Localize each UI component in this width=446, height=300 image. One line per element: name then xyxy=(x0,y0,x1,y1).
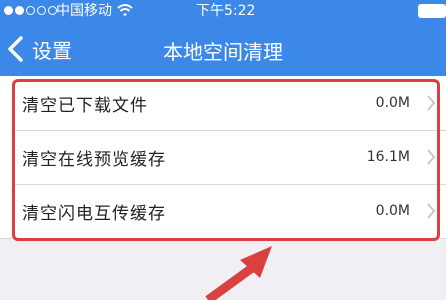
navigation-bar: 设置 本地空间清理 xyxy=(0,22,446,76)
row-label: 清空已下载文件 xyxy=(22,95,148,116)
clear-preview-cache-row[interactable]: 清空在线预览缓存 16.1M xyxy=(0,130,446,184)
status-bar: 中国移动 下午5:22 xyxy=(0,0,446,22)
clear-downloaded-files-row[interactable]: 清空已下载文件 0.0M xyxy=(0,76,446,130)
chevron-right-icon xyxy=(427,149,436,165)
chevron-right-icon xyxy=(427,203,436,219)
page-title: 本地空间清理 xyxy=(163,40,283,64)
wifi-icon xyxy=(117,4,133,17)
annotation-arrow-icon xyxy=(205,246,272,300)
row-value: 0.0M xyxy=(375,203,410,219)
row-label: 清空在线预览缓存 xyxy=(22,149,166,170)
battery-icon xyxy=(418,4,446,18)
carrier-label: 中国移动 xyxy=(56,3,112,19)
row-value: 0.0M xyxy=(375,95,410,111)
signal-icon xyxy=(4,6,57,15)
clear-transfer-cache-row[interactable]: 清空闪电互传缓存 0.0M xyxy=(0,184,446,238)
header: 中国移动 下午5:22 设置 本地空间清理 xyxy=(0,0,446,76)
row-value: 16.1M xyxy=(366,149,410,165)
status-time: 下午5:22 xyxy=(196,3,256,19)
settings-list: 清空已下载文件 0.0M 清空在线预览缓存 16.1M 清空闪电互传缓存 0.0… xyxy=(0,76,446,239)
chevron-right-icon xyxy=(427,95,436,111)
row-label: 清空闪电互传缓存 xyxy=(22,203,166,224)
